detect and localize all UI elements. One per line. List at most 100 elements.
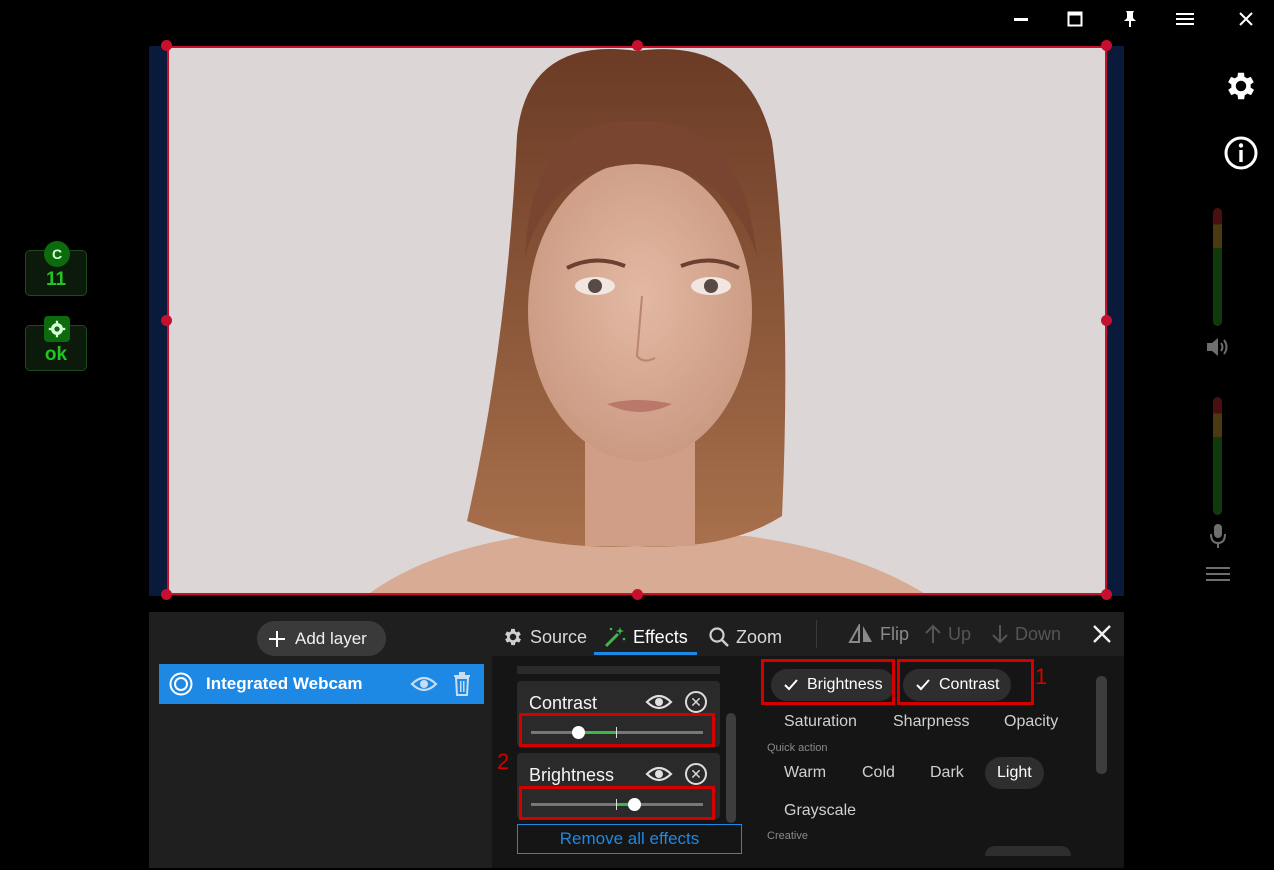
- resize-handle[interactable]: [161, 589, 172, 600]
- eye-icon[interactable]: [645, 763, 673, 785]
- plus-icon: [269, 630, 285, 647]
- resize-handle[interactable]: [1101, 40, 1112, 51]
- quick-action-light[interactable]: Light: [985, 757, 1044, 789]
- webcam-source-icon: [169, 672, 193, 696]
- tab-source-label: Source: [530, 626, 588, 647]
- annotation-marker: 2: [497, 749, 510, 774]
- tab-effects[interactable]: Effects: [603, 618, 688, 656]
- brightness-toggle[interactable]: Brightness: [771, 669, 895, 701]
- resize-handle[interactable]: [161, 315, 172, 326]
- move-up-button[interactable]: Up: [924, 620, 971, 648]
- tab-zoom-label: Zoom: [736, 626, 783, 647]
- trash-icon[interactable]: [452, 672, 472, 696]
- effect-title: Brightness: [529, 765, 615, 785]
- add-layer-label: Add layer: [295, 628, 367, 648]
- toolbar-divider: [816, 620, 817, 648]
- annotation-marker: 1: [1035, 664, 1048, 689]
- brightness-toggle-label: Brightness: [807, 676, 883, 693]
- speaker-icon: [1207, 338, 1228, 356]
- camera-badge-icon: C: [44, 241, 70, 267]
- resize-handle[interactable]: [632, 40, 643, 51]
- layer-name: Integrated Webcam: [206, 674, 363, 693]
- microphone-level-meter: [1213, 397, 1222, 515]
- magic-wand-icon: [604, 627, 626, 648]
- quick-action-warm[interactable]: Warm: [772, 757, 838, 789]
- quick-action-dark[interactable]: Dark: [918, 757, 976, 789]
- contrast-toggle-label: Contrast: [939, 676, 1000, 693]
- info-icon: [1224, 136, 1258, 170]
- pin-button[interactable]: [1115, 6, 1145, 32]
- minimize-button[interactable]: [1006, 6, 1036, 32]
- menu-button[interactable]: [1170, 6, 1200, 32]
- contrast-slider-track[interactable]: [531, 731, 703, 734]
- minimize-icon: [1014, 18, 1028, 21]
- audio-menu-button[interactable]: [1206, 566, 1230, 587]
- speaker-button[interactable]: [1205, 335, 1231, 364]
- tab-effects-label: Effects: [633, 626, 688, 647]
- close-icon: [1239, 12, 1253, 26]
- remove-effect-button[interactable]: ✕: [685, 763, 707, 785]
- grayscale-option[interactable]: Grayscale: [772, 795, 868, 827]
- maximize-icon: [1067, 11, 1083, 27]
- active-tab-indicator: [594, 652, 697, 655]
- maximize-button[interactable]: [1060, 6, 1090, 32]
- flip-button[interactable]: Flip: [848, 620, 909, 648]
- resize-handle[interactable]: [632, 589, 643, 600]
- slider-center-mark: [616, 799, 617, 810]
- close-icon: [1093, 625, 1111, 643]
- checkmark-icon: [784, 679, 798, 691]
- tab-zoom[interactable]: Zoom: [708, 618, 782, 656]
- microphone-button[interactable]: [1208, 522, 1228, 555]
- webcam-preview[interactable]: [167, 46, 1107, 595]
- layer-item[interactable]: Integrated Webcam: [159, 664, 484, 704]
- gear-icon: [1228, 72, 1255, 100]
- slider-center-mark: [616, 727, 617, 738]
- eye-icon[interactable]: [645, 691, 673, 713]
- effects-list-top-edge: [517, 666, 720, 674]
- effect-title: Contrast: [529, 693, 598, 713]
- remove-all-effects-button[interactable]: Remove all effects: [517, 824, 742, 854]
- contrast-toggle[interactable]: Contrast: [903, 669, 1012, 701]
- pin-icon: [1124, 11, 1136, 27]
- options-scrollbar[interactable]: [1096, 676, 1107, 774]
- flip-icon: [848, 624, 872, 643]
- menu-icon: [1176, 13, 1194, 25]
- resize-handle[interactable]: [1101, 315, 1112, 326]
- sharpness-option[interactable]: Sharpness: [881, 706, 982, 738]
- info-button[interactable]: [1223, 135, 1259, 176]
- opacity-option[interactable]: Opacity: [992, 706, 1070, 738]
- close-window-button[interactable]: [1231, 6, 1261, 32]
- webcam-image: [167, 46, 1107, 595]
- search-icon: [709, 627, 729, 647]
- remove-effect-button[interactable]: ✕: [685, 691, 707, 713]
- checkmark-icon: [916, 679, 930, 691]
- quick-action-label: Quick action: [767, 742, 828, 754]
- resize-handle[interactable]: [1101, 589, 1112, 600]
- brightness-slider-knob[interactable]: [627, 798, 641, 811]
- saturation-option[interactable]: Saturation: [772, 706, 869, 738]
- resize-handle[interactable]: [161, 40, 172, 51]
- tab-source[interactable]: Source: [502, 618, 587, 656]
- close-panel-button[interactable]: [1092, 620, 1112, 648]
- contrast-slider-knob[interactable]: [571, 726, 585, 739]
- eye-icon[interactable]: [410, 674, 438, 694]
- flip-label: Flip: [880, 623, 910, 644]
- arrow-down-icon: [992, 625, 1008, 644]
- add-layer-button[interactable]: Add layer: [257, 621, 386, 656]
- effect-card-contrast: Contrast ✕: [517, 681, 720, 747]
- settings-button[interactable]: [1223, 68, 1259, 109]
- effects-list-scrollbar[interactable]: [726, 713, 736, 823]
- cog-badge-icon: [44, 316, 70, 342]
- speaker-level-meter: [1213, 208, 1222, 326]
- down-label: Down: [1015, 623, 1062, 644]
- up-label: Up: [948, 623, 972, 644]
- quick-action-cold[interactable]: Cold: [850, 757, 907, 789]
- system-status-badge: ok: [25, 316, 87, 371]
- gear-icon: [505, 628, 521, 646]
- camera-status-badge: C 11: [25, 241, 87, 296]
- creative-label: Creative: [767, 830, 808, 842]
- effect-card-brightness: Brightness ✕: [517, 753, 720, 819]
- move-down-button[interactable]: Down: [991, 620, 1061, 648]
- creative-chip-partial[interactable]: [985, 846, 1071, 856]
- microphone-icon: [1210, 524, 1226, 548]
